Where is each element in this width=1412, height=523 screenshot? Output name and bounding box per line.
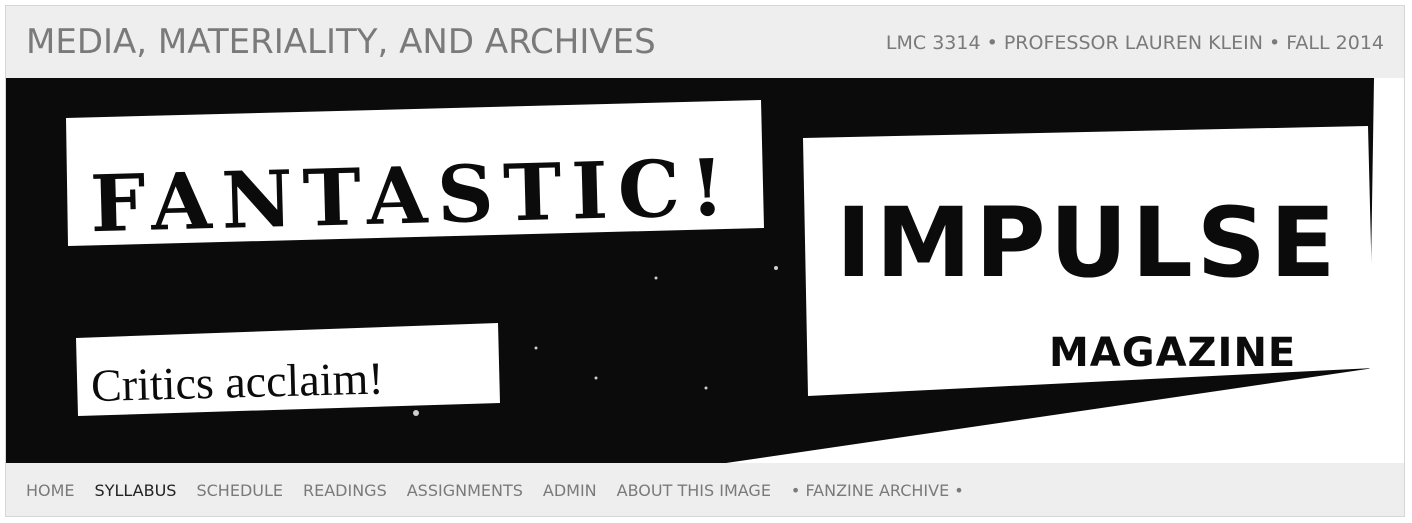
nav-item-fanzine-archive[interactable]: • FANZINE ARCHIVE • xyxy=(791,481,964,500)
nav-item-schedule[interactable]: SCHEDULE xyxy=(196,481,283,500)
magazine-text: MAGAZINE xyxy=(1049,330,1296,376)
fanzine-collage: FANTASTIC! IMPULSE MAGAZINE Critics accl… xyxy=(6,78,1404,463)
course-info: LMC 3314 • PROFESSOR LAUREN KLEIN • FALL… xyxy=(885,32,1384,54)
nav-item-assignments[interactable]: ASSIGNMENTS xyxy=(407,481,523,500)
fantastic-text: FANTASTIC! xyxy=(89,142,735,250)
nav-item-about-this-image[interactable]: ABOUT THIS IMAGE xyxy=(617,481,771,500)
site-title[interactable]: MEDIA, MATERIALITY, AND ARCHIVES xyxy=(26,22,656,62)
nav-item-readings[interactable]: READINGS xyxy=(303,481,387,500)
header-banner-image: FANTASTIC! IMPULSE MAGAZINE Critics accl… xyxy=(6,78,1404,463)
site-frame: MEDIA, MATERIALITY, AND ARCHIVES LMC 331… xyxy=(5,5,1405,517)
nav-item-syllabus[interactable]: SYLLABUS xyxy=(95,481,177,500)
site-header: MEDIA, MATERIALITY, AND ARCHIVES LMC 331… xyxy=(6,6,1404,78)
nav-item-home[interactable]: HOME xyxy=(26,481,75,500)
critics-text: Critics acclaim! xyxy=(90,352,384,411)
main-nav: HOME SYLLABUS SCHEDULE READINGS ASSIGNME… xyxy=(6,463,1404,517)
nav-item-admin[interactable]: ADMIN xyxy=(543,481,597,500)
impulse-text: IMPULSE xyxy=(836,187,1339,299)
